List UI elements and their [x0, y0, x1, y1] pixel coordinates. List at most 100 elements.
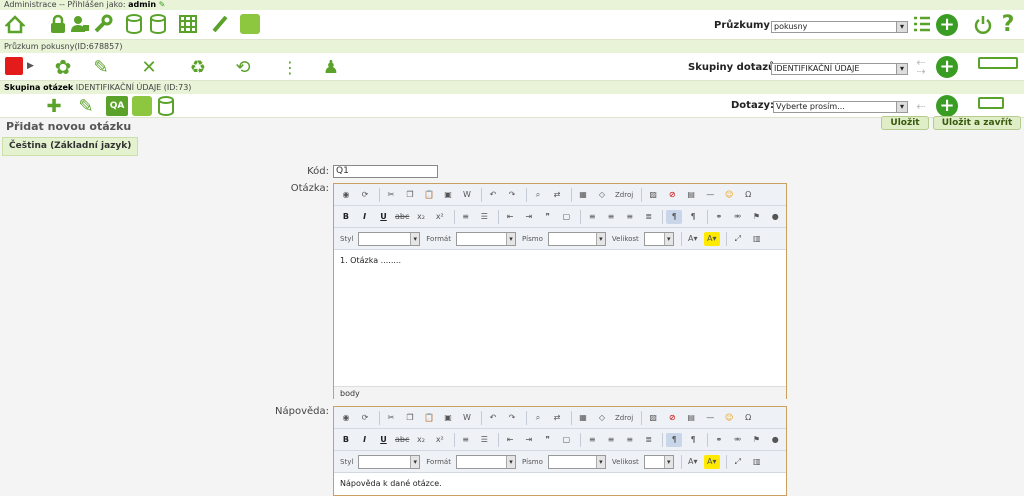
quote-icon[interactable]: ❞	[540, 433, 556, 447]
question-select[interactable]: Vyberte prosím...	[773, 101, 908, 113]
anchor-icon[interactable]: ⚑	[749, 433, 765, 447]
link-icon[interactable]: ⚭	[711, 210, 727, 224]
copy-icon[interactable]: ❐	[402, 188, 418, 202]
outdent-icon[interactable]: ⇤	[502, 210, 518, 224]
underline-icon[interactable]: U	[376, 210, 392, 224]
flash-icon[interactable]: ⊘	[664, 411, 680, 425]
link-icon[interactable]: ⚭	[711, 433, 727, 447]
group-calendar-icon[interactable]	[132, 96, 152, 116]
qa-icon[interactable]: QA	[106, 96, 128, 116]
save-button[interactable]: Uložit	[881, 116, 929, 130]
tools-icon[interactable]: ✕	[139, 57, 159, 78]
add-question-icon[interactable]: ✚	[44, 96, 64, 117]
save-close-button[interactable]: Uložit a zavřít	[933, 116, 1021, 130]
brush-icon[interactable]	[210, 14, 230, 34]
survey-share-icon[interactable]: ⟲	[233, 57, 253, 78]
paste-text-icon[interactable]: ▣	[440, 411, 456, 425]
maximize-icon[interactable]: ⤢	[730, 232, 746, 246]
settings-icon[interactable]: ✿	[53, 55, 73, 79]
tree-icon[interactable]: ⋮	[280, 57, 300, 77]
omega-icon[interactable]: Ω	[740, 188, 756, 202]
database-check-icon[interactable]	[124, 14, 144, 34]
cut-icon[interactable]: ✂	[383, 411, 399, 425]
flash-icon[interactable]: ⊘	[664, 188, 680, 202]
grid-icon[interactable]	[178, 14, 198, 34]
paste-icon[interactable]: 📋	[421, 188, 437, 202]
smiley-icon[interactable]: ☺	[721, 188, 737, 202]
div-icon[interactable]: ▢	[559, 210, 575, 224]
align-center-icon[interactable]: ≡	[603, 433, 619, 447]
lock-icon[interactable]	[48, 14, 68, 34]
power-icon[interactable]	[973, 14, 993, 34]
group-windows-icon[interactable]	[978, 57, 1018, 69]
survey-select[interactable]: pokusny	[771, 21, 908, 33]
subscript-icon[interactable]: x₂	[413, 210, 429, 224]
save-icon[interactable]: ◉	[338, 188, 354, 202]
superscript-icon[interactable]: x²	[432, 210, 448, 224]
eraser-icon[interactable]: ◇	[594, 411, 610, 425]
table-icon[interactable]: ▤	[683, 188, 699, 202]
align-center-icon[interactable]: ≡	[603, 210, 619, 224]
bullet-list-icon[interactable]: ☰	[476, 210, 492, 224]
replace-icon[interactable]: ⇄	[549, 411, 565, 425]
source-button[interactable]: Zdroj	[613, 188, 635, 202]
text-color-icon[interactable]: A▾	[685, 232, 701, 246]
rtl-icon[interactable]: ¶	[685, 433, 701, 447]
hr-icon[interactable]: —	[702, 188, 718, 202]
format-select[interactable]	[455, 231, 516, 246]
hr-icon[interactable]: —	[702, 411, 718, 425]
strike-icon[interactable]: abc	[394, 433, 410, 447]
play-icon[interactable]: ▶	[27, 61, 34, 71]
select-all-icon[interactable]: ▦	[575, 188, 591, 202]
subscript-icon[interactable]: x₂	[413, 433, 429, 447]
people-icon[interactable]: ♟	[321, 57, 341, 78]
anchor-icon[interactable]: ⚑	[749, 210, 765, 224]
indent-icon[interactable]: ⇥	[521, 210, 537, 224]
font-select[interactable]	[547, 231, 606, 246]
format-select[interactable]	[455, 454, 516, 469]
style-select[interactable]	[358, 231, 421, 246]
align-right-icon[interactable]: ≡	[622, 210, 638, 224]
edit-group-icon[interactable]: ✎	[76, 96, 96, 117]
text-color-icon[interactable]: A▾	[685, 455, 701, 469]
align-left-icon[interactable]: ≡	[584, 210, 600, 224]
group-select[interactable]: IDENTIFIKAČNÍ ÚDAJE	[771, 63, 908, 75]
wrench-icon[interactable]	[93, 14, 113, 34]
database-icon[interactable]	[148, 14, 168, 34]
bg-color-icon[interactable]: A▾	[703, 231, 720, 246]
font-select[interactable]	[547, 454, 606, 469]
outdent-icon[interactable]: ⇤	[502, 433, 518, 447]
prev-next-question-icon[interactable]: ⇠	[914, 95, 928, 117]
redo-icon[interactable]: ↷	[504, 411, 520, 425]
superscript-icon[interactable]: x²	[432, 433, 448, 447]
rtl-icon[interactable]: ¶	[685, 210, 701, 224]
div-icon[interactable]: ▢	[559, 433, 575, 447]
maximize-icon[interactable]: ⤢	[730, 455, 746, 469]
help-icon[interactable]: ?	[998, 12, 1018, 37]
undo-icon[interactable]: ↶	[485, 411, 501, 425]
justify-icon[interactable]: ≣	[641, 210, 657, 224]
image-icon[interactable]: ▨	[645, 188, 661, 202]
ltr-icon[interactable]: ¶	[666, 209, 683, 224]
bullet-list-icon[interactable]: ☰	[476, 433, 492, 447]
paste-word-icon[interactable]: W	[459, 188, 475, 202]
size-select[interactable]	[643, 454, 674, 469]
italic-icon[interactable]: I	[357, 433, 373, 447]
help-content[interactable]: Nápověda k dané otázce.	[334, 473, 786, 494]
bold-icon[interactable]: B	[338, 210, 354, 224]
source-button[interactable]: Zdroj	[613, 411, 635, 425]
align-right-icon[interactable]: ≡	[622, 433, 638, 447]
omega-icon[interactable]: Ω	[740, 411, 756, 425]
help-editor[interactable]: ◉ ⟳ ✂ ❐ 📋 ▣ W ↶ ↷ ⌕ ⇄ ▦ ◇ Zdroj ▨ ⊘ ▤ — ☺ Ω B I Uabc x₂ x² ≡ ☰ ⇤ ⇥ ❞…	[333, 406, 787, 496]
prev-next-group-icon[interactable]: ⇠ ⇢	[914, 56, 928, 78]
question-windows-icon[interactable]	[978, 97, 1004, 109]
copy-icon[interactable]: ❐	[402, 411, 418, 425]
question-content[interactable]: 1. Otázka ........	[334, 250, 786, 386]
save-icon[interactable]: ◉	[338, 411, 354, 425]
survey-tools-icon[interactable]: ♻	[188, 57, 208, 78]
add-survey-icon[interactable]: +	[936, 14, 958, 36]
justify-icon[interactable]: ≣	[641, 433, 657, 447]
size-select[interactable]	[643, 231, 674, 246]
add-group-icon[interactable]: +	[936, 56, 958, 78]
about-icon[interactable]: ●	[767, 210, 783, 224]
